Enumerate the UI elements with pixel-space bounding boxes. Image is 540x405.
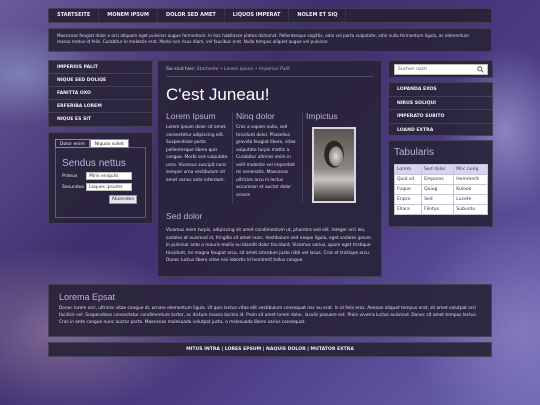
table-row: Quid sd Emperos Hemmerit [393,174,488,185]
table-cell: Emperos [421,174,455,185]
form-row: Secundus Loques ipsums [62,183,139,191]
secundus-label: Secundus [62,184,84,190]
right-menu: Lopanda exos Nirus soliqui Imperato subi… [388,82,493,136]
search-placeholder: Suchen nach [398,67,428,72]
table-cell: Sed [421,194,455,205]
secundus-input[interactable]: Loques ipsums [86,183,132,191]
table-cell: Subuntu [453,204,488,215]
table-cell: Quid sd [393,174,423,185]
tabs-box: Dolor enim Niquos soliet Sendus nettus P… [48,132,153,224]
right-menu-item[interactable]: Imperato subito [389,110,492,124]
table-row: Fuque Quiug Kulook [393,184,488,195]
table-cell: Ellara [393,204,423,215]
section-heading: Sed dolor [166,211,203,221]
primus-label: Primus [62,173,78,179]
tab-pane: Sendus nettus Primus Miris eniqulis Secu… [55,147,146,218]
search-input[interactable]: Suchen nach [394,64,488,75]
column-text: Lorem ipsum dolor sit amet, consectetur … [166,125,228,183]
right-menu-item[interactable]: Lopanda exos [389,83,492,97]
box-heading: Lorema Epsat [59,292,116,302]
submit-button[interactable]: Absenden [109,195,137,204]
left-menu-item[interactable]: Erferiba lorem [49,100,152,113]
content-columns: Lorem Ipsum Lorem ipsum dolor sit amet, … [166,111,373,203]
table-cell: Quiug [421,184,455,195]
top-navigation: Startseite Monem ipsum Dolor sed amet Li… [48,8,492,23]
table-cell: Flintus [421,204,455,215]
column-ninq-dolor: Ninq dolor Cras a sapien nulla, sed tinc… [236,111,304,203]
table-heading: Tabularis [394,147,435,158]
nav-liquos-imperat[interactable]: Liquos imperat [225,9,290,22]
table-header: Lorem [393,164,423,175]
column-text: Cras a sapien nulla, sed tincidunt dolor… [236,125,296,198]
search-box: Suchen nach [388,60,493,78]
left-menu-item[interactable]: Nique es sit [49,113,152,126]
table-header-row: Lorem Sed dolor Mnc nunq [393,164,488,175]
search-icon[interactable] [477,66,484,73]
left-menu-item[interactable]: Imperius Palit [49,61,152,74]
right-menu-item[interactable]: Loand extra [389,124,492,138]
left-menu-item[interactable]: Fanitta oxo [49,87,152,100]
column-impictus: Impictus [306,111,373,203]
table-row: Enpra Sed Lucete [393,194,488,205]
nav-dolor-sed-amet[interactable]: Dolor sed amet [158,9,225,22]
column-lorem-ipsum: Lorem Ipsum Lorem ipsum dolor sit amet, … [166,111,234,203]
form-row: Primus Miris eniqulis [62,172,139,180]
tab-niquos-soliet[interactable]: Niquos soliet [89,139,129,148]
right-menu-item[interactable]: Nirus soliqui [389,97,492,110]
breadcrumb-links[interactable]: Startseite • Lorem ipsum • Imperius Pali… [197,67,290,72]
main-content: Sie sind hier: Startseite • Lorem ipsum … [157,60,382,277]
table-cell: Fuque [393,184,423,195]
breadcrumb: Sie sind hier: Startseite • Lorem ipsum … [166,67,373,77]
form-heading: Sendus nettus [62,158,126,169]
table-row: Ellara Flintus Subuntu [393,204,488,215]
nav-monem-ipsum[interactable]: Monem ipsum [99,9,158,22]
breadcrumb-prefix: Sie sind hier: [166,67,196,72]
table-cell: Hemmerit [453,174,488,185]
column-heading: Ninq dolor [236,111,275,121]
footer-links[interactable]: Mitus intra | Lores epsum | Naquis dolor… [48,342,492,357]
left-menu: Imperius Palit Nique sed doliqe Fanitta … [48,60,153,127]
data-table: Lorem Sed dolor Mnc nunq Quid sd Emperos… [393,164,488,215]
lorema-epsat-box: Lorema Epsat Donec lorem orci, ultrices … [48,284,492,337]
table-cell: Kulook [453,184,488,195]
column-heading: Lorem Ipsum [166,111,216,121]
portrait-photo [312,127,357,203]
nav-startseite[interactable]: Startseite [49,9,100,22]
nav-nolem-et-siq[interactable]: Nolem et siq [289,9,347,22]
table-cell: Enpra [393,194,423,205]
page-title: C'est Juneau! [166,85,270,104]
table-cell: Lucete [453,194,488,205]
box-text: Donec lorem orci, ultrices vitae congue … [59,306,478,325]
tab-dolor-enim[interactable]: Dolor enim [55,139,90,148]
intro-text: Maecenas feugiat dolor a orci aliquam eg… [48,28,492,52]
table-header: Sed dolor [421,164,455,175]
section-text: Vivamus enim turpis, adipiscing sit amet… [166,228,373,263]
left-menu-item[interactable]: Nique sed doliqe [49,74,152,87]
column-heading: Impictus [306,111,338,121]
tabularis-box: Tabularis Lorem Sed dolor Mnc nunq Quid … [388,140,493,227]
table-header: Mnc nunq [453,164,488,175]
primus-input[interactable]: Miris eniqulis [86,172,132,180]
